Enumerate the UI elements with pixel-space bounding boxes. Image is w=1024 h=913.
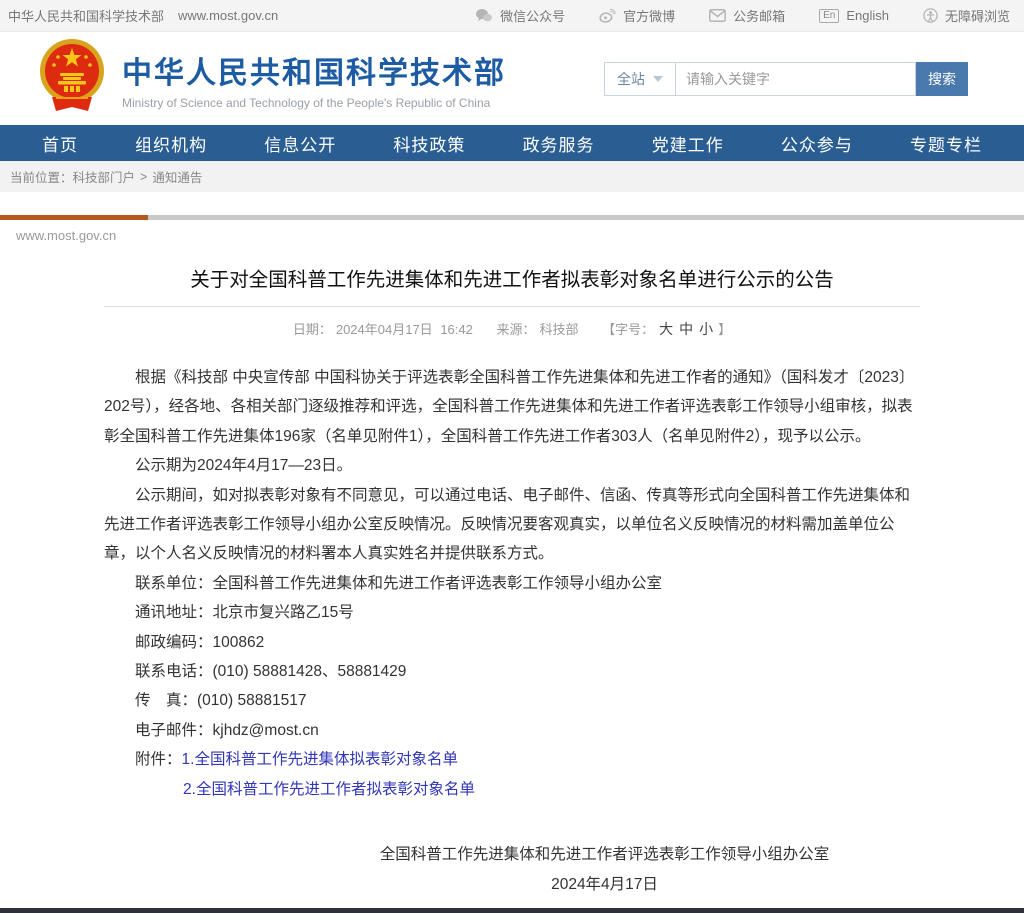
article-meta: 日期： 2024年04月17日 16:42 来源： 科技部 【字号： 大中小】: [104, 307, 920, 339]
breadcrumb-label: 当前位置：: [10, 167, 73, 186]
wechat-label: 微信公众号: [500, 6, 565, 25]
meta-source: 科技部: [540, 322, 579, 337]
wechat-link[interactable]: 微信公众号: [475, 6, 565, 25]
breadcrumb: 当前位置： 科技部门户 > 通知通告: [0, 161, 1024, 192]
topbar-site-name: 中华人民共和国科学技术部: [8, 6, 164, 25]
search-input[interactable]: [676, 62, 916, 96]
nav-item-scitech-policy[interactable]: 科技政策: [393, 131, 465, 156]
accessibility-icon: [923, 8, 938, 23]
search-button[interactable]: 搜索: [916, 62, 968, 96]
signature-block: 全国科普工作先进集体和先进工作者评选表彰工作领导小组办公室 2024年4月17日: [104, 840, 920, 900]
contact-phone-line: 联系电话：(010) 58881428、58881429: [104, 657, 920, 686]
contact-email-line: 电子邮件：kjhdz@most.cn: [104, 716, 920, 745]
meta-source-label: 来源：: [496, 322, 535, 337]
breadcrumb-portal-link[interactable]: 科技部门户: [73, 167, 136, 186]
meta-fontsize-prefix: 【字号：: [602, 322, 654, 337]
section-rule: [0, 215, 1024, 220]
contact-unit-line: 联系单位：全国科普工作先进集体和先进工作者评选表彰工作领导小组办公室: [104, 569, 920, 598]
en-icon: En: [819, 9, 839, 23]
paragraph: 公示期间，如对拟表彰对象有不同意见，可以通过电话、电子邮件、信函、传真等形式向全…: [104, 481, 920, 569]
national-emblem-logo: [38, 37, 106, 120]
font-size-large-button[interactable]: 大: [659, 321, 673, 337]
nav-item-special-topics[interactable]: 专题专栏: [910, 131, 982, 156]
content-top-gap: [0, 192, 1024, 215]
search-box: 全站 搜索: [604, 62, 968, 96]
nav-item-party-building[interactable]: 党建工作: [652, 131, 724, 156]
attachments-line-1: 附件：1.全国科普工作先进集体拟表彰对象名单: [104, 745, 920, 774]
footer-top-edge: [0, 908, 1024, 913]
attachment-link-2[interactable]: 2.全国科普工作先进工作者拟表彰对象名单: [183, 781, 475, 798]
ministry-name-en: Ministry of Science and Technology of th…: [122, 96, 506, 110]
signature-org: 全国科普工作先进集体和先进工作者评选表彰工作领导小组办公室: [289, 840, 920, 870]
contact-address-line: 通讯地址：北京市复兴路乙15号: [104, 598, 920, 627]
attachments-label: 附件：: [135, 751, 182, 768]
nav-item-home[interactable]: 首页: [42, 131, 78, 156]
article-body: 根据《科技部 中央宣传部 中国科协关于评选表彰全国科普工作先进集体和先进工作者的…: [104, 363, 920, 900]
meta-date: 2024年04月17日: [336, 322, 433, 337]
mail-label: 公务邮箱: [733, 6, 785, 25]
topbar-site-url: www.most.gov.cn: [178, 8, 278, 23]
english-link[interactable]: En English: [819, 8, 889, 23]
meta-time: 16:42: [440, 322, 473, 337]
rule-grey-segment: [148, 215, 1024, 220]
article-title: 关于对全国科普工作先进集体和先进工作者拟表彰对象名单进行公示的公告: [104, 263, 920, 292]
main-nav: 首页 组织机构 信息公开 科技政策 政务服务 党建工作 公众参与 专题专栏: [0, 125, 1024, 161]
paragraph: 根据《科技部 中央宣传部 中国科协关于评选表彰全国科普工作先进集体和先进工作者的…: [104, 363, 920, 451]
topbar: 中华人民共和国科学技术部 www.most.gov.cn 微信公众号 官方微博: [0, 0, 1024, 32]
attachments-line-2: 2.全国科普工作先进工作者拟表彰对象名单: [104, 775, 920, 804]
paragraph: 公示期为2024年4月17—23日。: [104, 451, 920, 480]
nav-item-gov-services[interactable]: 政务服务: [523, 131, 595, 156]
signature-date: 2024年4月17日: [289, 870, 920, 900]
contact-postcode-line: 邮政编码：100862: [104, 628, 920, 657]
breadcrumb-separator: >: [140, 170, 147, 184]
nav-item-organization[interactable]: 组织机构: [135, 131, 207, 156]
chevron-down-icon: [653, 76, 663, 82]
wechat-icon: [475, 8, 493, 23]
font-size-small-button[interactable]: 小: [699, 321, 713, 337]
weibo-icon: [599, 8, 616, 23]
accessibility-label: 无障碍浏览: [945, 6, 1010, 25]
font-size-medium-button[interactable]: 中: [679, 321, 693, 337]
meta-date-label: 日期：: [293, 322, 332, 337]
ministry-name-cn: 中华人民共和国科学技术部: [122, 48, 506, 92]
attachment-link-1[interactable]: 1.全国科普工作先进集体拟表彰对象名单: [182, 751, 458, 768]
rule-orange-segment: [0, 215, 148, 220]
accessibility-link[interactable]: 无障碍浏览: [923, 6, 1010, 25]
nav-item-public-participation[interactable]: 公众参与: [781, 131, 853, 156]
breadcrumb-current: 通知通告: [152, 167, 202, 186]
content-watermark: www.most.gov.cn: [0, 220, 1024, 243]
mail-icon: [709, 9, 726, 22]
weibo-label: 官方微博: [623, 6, 675, 25]
search-scope-select[interactable]: 全站: [604, 62, 676, 96]
brand: 中华人民共和国科学技术部 Ministry of Science and Tec…: [38, 37, 506, 120]
search-scope-value: 全站: [617, 69, 645, 89]
nav-item-info-disclosure[interactable]: 信息公开: [264, 131, 336, 156]
weibo-link[interactable]: 官方微博: [599, 6, 675, 25]
masthead: 中华人民共和国科学技术部 Ministry of Science and Tec…: [0, 32, 1024, 125]
article: 关于对全国科普工作先进集体和先进工作者拟表彰对象名单进行公示的公告 日期： 202…: [0, 263, 1024, 900]
page: 中华人民共和国科学技术部 www.most.gov.cn 微信公众号 官方微博: [0, 0, 1024, 913]
english-label: English: [846, 8, 889, 23]
contact-fax-line: 传 真：(010) 58881517: [104, 686, 920, 715]
meta-fontsize-suffix: 】: [718, 322, 731, 337]
mail-link[interactable]: 公务邮箱: [709, 6, 785, 25]
